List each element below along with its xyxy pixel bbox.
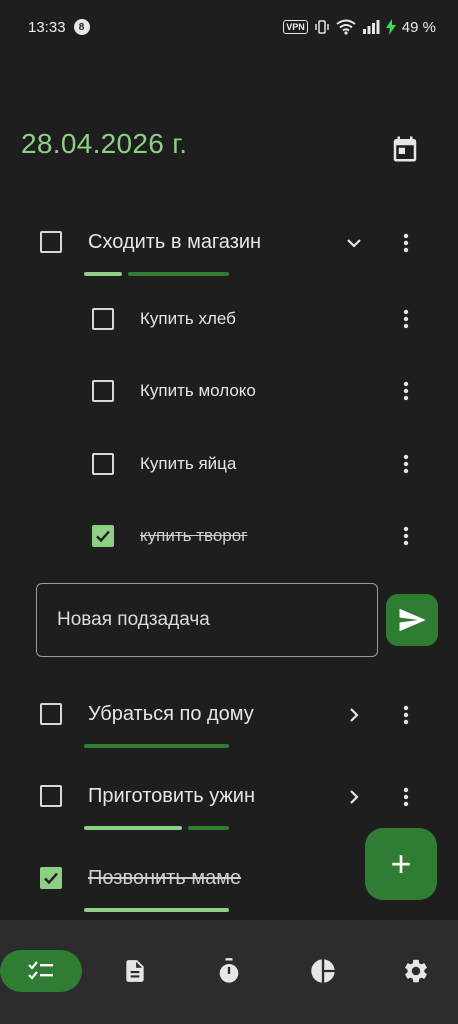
task-checkbox[interactable]	[40, 785, 62, 807]
chevron-right-icon[interactable]	[342, 703, 366, 727]
status-bar: 13:33 8 VPN 49 %	[0, 0, 458, 54]
more-vert-icon[interactable]	[394, 379, 418, 403]
subtask-label[interactable]: Купить яйца	[140, 454, 236, 474]
progress-segment-done	[84, 826, 182, 830]
subtask-checkbox[interactable]	[92, 453, 114, 475]
subtask-checkbox[interactable]	[92, 380, 114, 402]
wifi-icon	[336, 19, 356, 35]
subtask-row: купить творог	[0, 516, 458, 556]
progress-segment-remaining	[188, 826, 229, 830]
subtask-label[interactable]: Купить молоко	[140, 381, 256, 401]
app-screen: 13:33 8 VPN 49 % 28.04.2026 г. Сходить в…	[0, 0, 458, 1024]
vibrate-icon	[315, 20, 329, 34]
more-vert-icon[interactable]	[394, 307, 418, 331]
nav-notes[interactable]	[112, 950, 158, 992]
task-checkbox[interactable]	[40, 231, 62, 253]
calendar-button[interactable]	[390, 134, 420, 164]
progress-segment-remaining	[128, 272, 229, 276]
subtask-checkbox[interactable]	[92, 308, 114, 330]
more-vert-icon[interactable]	[394, 231, 418, 255]
progress-segment-done	[84, 272, 122, 276]
timer-icon	[219, 958, 239, 983]
stats-icon	[311, 959, 335, 983]
bottom-navigation	[0, 920, 458, 1024]
charging-icon	[385, 19, 396, 35]
more-vert-icon[interactable]	[394, 703, 418, 727]
status-time: 13:33	[28, 18, 66, 36]
check-icon	[96, 530, 110, 543]
nav-settings[interactable]	[393, 950, 439, 992]
task-row: Приготовить ужин	[0, 776, 458, 816]
more-vert-icon[interactable]	[394, 452, 418, 476]
notes-icon	[126, 960, 144, 982]
chevron-right-icon[interactable]	[342, 785, 366, 809]
task-row: Убраться по дому	[0, 694, 458, 734]
status-left: 13:33 8	[28, 19, 90, 36]
task-checkbox-checked[interactable]	[40, 867, 62, 889]
tasks-icon	[28, 961, 53, 980]
vpn-icon: VPN	[283, 20, 308, 34]
progress-bar	[84, 908, 229, 912]
chevron-down-icon[interactable]	[342, 231, 366, 255]
subtask-row: Купить яйца	[0, 444, 458, 484]
task-label[interactable]: Приготовить ужин	[88, 785, 255, 808]
task-label[interactable]: Убраться по дому	[88, 703, 254, 726]
nav-timer[interactable]	[206, 950, 252, 992]
subtask-row: Купить молоко	[0, 371, 458, 411]
subtask-label[interactable]: купить творог	[140, 526, 247, 546]
task-checkbox[interactable]	[40, 703, 62, 725]
send-subtask-button[interactable]	[386, 594, 438, 646]
task-label[interactable]: Сходить в магазин	[88, 231, 261, 254]
task-row: Сходить в магазин	[0, 222, 458, 262]
status-right: VPN 49 %	[283, 19, 436, 36]
task-label[interactable]: Позвонить маме	[88, 867, 241, 890]
send-icon	[399, 608, 426, 632]
subtask-label[interactable]: Купить хлеб	[140, 309, 236, 329]
new-subtask-input[interactable]: Новая подзадача	[36, 583, 378, 657]
nav-stats[interactable]	[300, 950, 346, 992]
notification-count-badge: 8	[73, 19, 90, 35]
nav-tasks[interactable]	[0, 950, 82, 992]
more-vert-icon[interactable]	[394, 524, 418, 548]
selected-date[interactable]: 28.04.2026 г.	[21, 128, 187, 160]
subtask-checkbox-checked[interactable]	[92, 525, 114, 547]
battery-percent: 49 %	[401, 18, 436, 36]
add-task-button[interactable]: +	[365, 828, 437, 900]
subtask-row: Купить хлеб	[0, 299, 458, 339]
calendar-icon	[393, 136, 417, 162]
progress-bar	[84, 744, 229, 748]
more-vert-icon[interactable]	[394, 785, 418, 809]
settings-icon	[405, 959, 427, 983]
signal-icon	[362, 20, 380, 34]
check-icon	[44, 872, 58, 885]
